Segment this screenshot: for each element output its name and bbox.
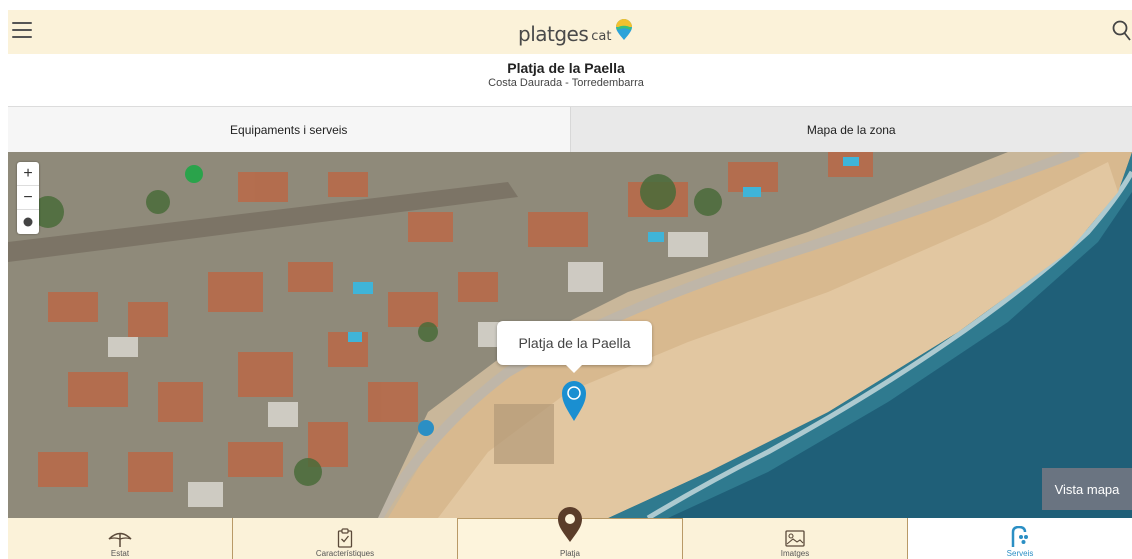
logo-text-sub: cat [591, 29, 612, 44]
services-icon [1011, 526, 1028, 547]
nav-serveis[interactable]: Serveis [908, 518, 1132, 559]
nav-platja[interactable]: Platja [458, 507, 683, 559]
tab-equipaments-serveis[interactable]: Equipaments i serveis [8, 107, 570, 152]
nav-label-imatges: Imatges [780, 549, 810, 558]
tab-mapa-zona[interactable]: Mapa de la zona [569, 107, 1132, 152]
locate-button[interactable] [17, 210, 39, 234]
clipboard-icon [337, 528, 353, 548]
umbrella-icon [108, 532, 132, 547]
logo-drop-icon [615, 19, 632, 40]
nav-label-estat: Estat [110, 549, 130, 558]
zoom-out-button[interactable]: − [17, 186, 39, 210]
nav-label-caracteristiques: Característiques [315, 549, 375, 558]
logo-text-main: platges [518, 22, 589, 46]
map-pin-icon[interactable] [561, 380, 587, 427]
nav-caracteristiques[interactable]: Característiques [233, 518, 458, 559]
page-title: Platja de la Paella [507, 60, 625, 76]
platgescat-logo[interactable]: platges cat [518, 16, 633, 46]
map-popup-label: Platja de la Paella [497, 321, 652, 373]
globe-icon [23, 217, 33, 227]
bottom-nav: Estat Característiques Platja Imatges Se… [8, 507, 1132, 559]
nav-label-platja: Platja [559, 549, 580, 558]
satellite-map[interactable]: + − Platja de la Paella Vista mapa [8, 152, 1132, 518]
top-header-bar: platges cat [8, 10, 1132, 54]
zoom-controls: + − [17, 162, 39, 234]
nav-label-serveis: Serveis [1006, 549, 1034, 558]
map-pin-icon [558, 507, 582, 542]
nav-estat[interactable]: Estat [8, 518, 233, 559]
vista-mapa-button[interactable]: Vista mapa [1042, 468, 1132, 510]
hamburger-menu-icon[interactable] [12, 22, 32, 40]
page-subtitle: Costa Daurada - Torredembarra [488, 77, 644, 89]
beach-heading: Platja de la Paella Costa Daurada - Torr… [0, 60, 1132, 90]
nav-imatges[interactable]: Imatges [683, 518, 908, 559]
tab-bar: Equipaments i serveis Mapa de la zona [8, 106, 1132, 152]
search-icon[interactable] [1112, 20, 1132, 42]
zoom-in-button[interactable]: + [17, 162, 39, 186]
image-icon [785, 530, 805, 547]
